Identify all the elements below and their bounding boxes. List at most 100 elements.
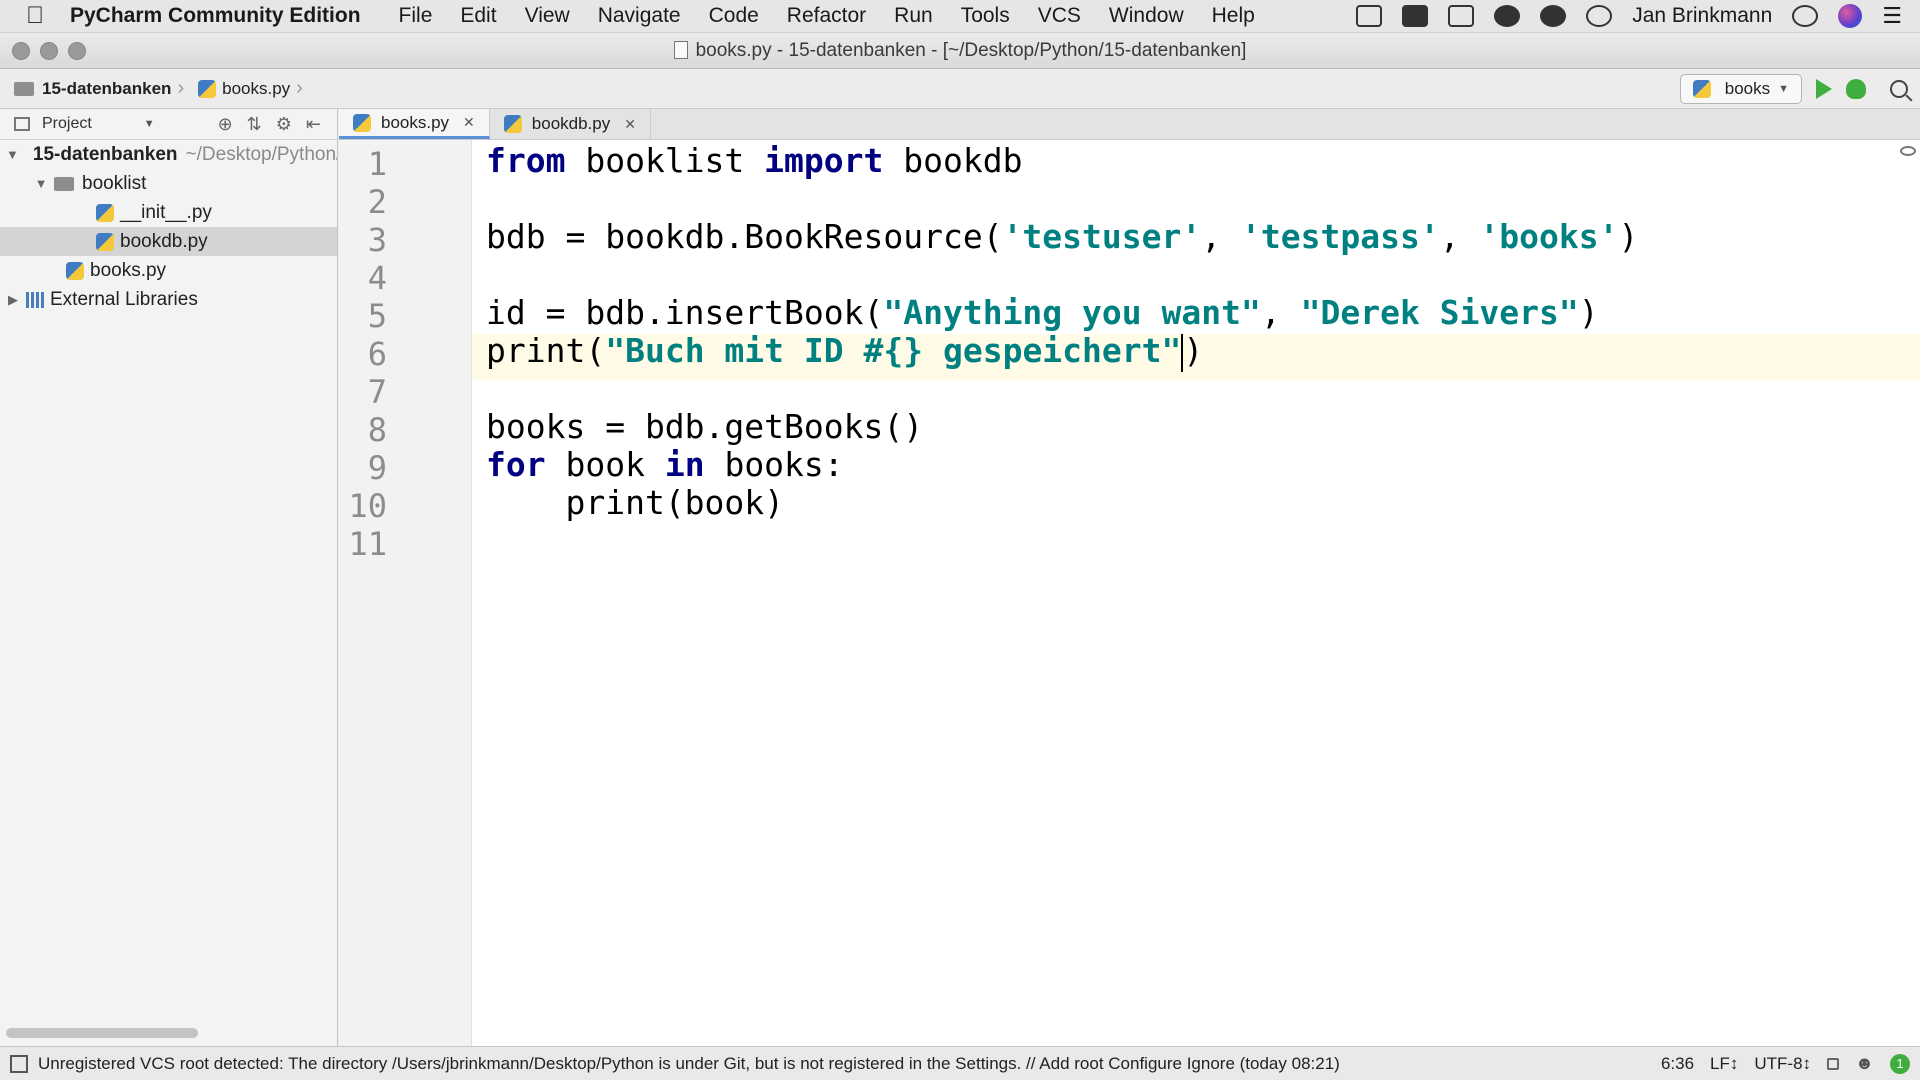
camera-icon[interactable]: [1448, 5, 1475, 27]
tab-bookdb-py[interactable]: bookdb.py ✕: [490, 109, 651, 139]
hide-panel-icon[interactable]: ⇤: [306, 114, 321, 135]
notification-center-icon[interactable]: ☰: [1882, 3, 1902, 29]
line-number: 3: [367, 221, 387, 259]
python-file-icon: [66, 261, 84, 280]
code-line-6: print("Buch mit ID #{} gespeichert"): [486, 331, 1204, 372]
file-icon: [673, 40, 688, 59]
event-log-badge[interactable]: 1: [1890, 1053, 1910, 1074]
line-separator-select[interactable]: LF↕: [1710, 1054, 1738, 1074]
tree-item-label: bookdb.py: [120, 230, 208, 252]
menu-help[interactable]: Help: [1212, 4, 1255, 28]
breadcrumb-file[interactable]: books.py: [184, 79, 296, 99]
run-toolbar: books ▼: [1679, 73, 1920, 104]
breadcrumb-project-label: 15-datenbanken: [42, 78, 172, 98]
line-number-gutter[interactable]: 1 2 3 4 5 6 7 8 9 10 11: [339, 140, 472, 1046]
breadcrumb-separator-icon: ›: [177, 77, 185, 99]
close-tab-icon[interactable]: ✕: [624, 116, 636, 133]
chat-icon[interactable]: [1540, 5, 1567, 27]
menu-code[interactable]: Code: [709, 4, 759, 28]
tree-item-label: booklist: [82, 172, 147, 194]
menu-navigate[interactable]: Navigate: [598, 4, 681, 28]
tree-item-bookdb-py[interactable]: bookdb.py: [0, 227, 337, 256]
horizontal-scrollbar[interactable]: [6, 1028, 198, 1038]
python-file-icon: [198, 79, 217, 98]
search-everywhere-icon[interactable]: [1890, 79, 1908, 98]
run-button[interactable]: [1816, 78, 1832, 99]
breadcrumb-project[interactable]: 15-datenbanken: [0, 79, 177, 99]
code-line-1: from booklist import bookdb: [486, 141, 1023, 180]
scroll-from-source-icon[interactable]: ⊕: [218, 114, 233, 135]
caret-position[interactable]: 6:36: [1661, 1054, 1694, 1074]
run-configuration-label: books: [1724, 78, 1771, 98]
menu-view[interactable]: View: [525, 4, 570, 28]
code-editor[interactable]: 1 2 3 4 5 6 7 8 9 10 11 from booklist im…: [339, 140, 1920, 1046]
line-number: 11: [348, 525, 387, 563]
toggle-tool-windows-icon[interactable]: [10, 1054, 28, 1073]
close-tab-icon[interactable]: ✕: [463, 114, 475, 131]
window-title-text: books.py - 15-datenbanken - [~/Desktop/P…: [695, 39, 1247, 61]
collapse-all-icon[interactable]: ⇅: [247, 114, 262, 135]
expanded-arrow-icon[interactable]: ▼: [6, 147, 19, 162]
code-line-3: bdb = bookdb.BookResource('testuser', 't…: [486, 217, 1639, 256]
project-view-select[interactable]: Project: [42, 115, 92, 133]
project-tool-window: Project ▼ ⊕ ⇅ ⚙ ⇤ ▼ 15-datenbanken ~/Des…: [0, 109, 338, 1046]
gear-icon[interactable]: ⚙: [276, 114, 292, 135]
menu-edit[interactable]: Edit: [460, 4, 496, 28]
tree-item-label: External Libraries: [50, 288, 198, 310]
tree-item-label: books.py: [90, 259, 167, 281]
menu-refactor[interactable]: Refactor: [787, 4, 866, 28]
tree-item-books-py[interactable]: books.py: [0, 256, 337, 285]
line-number: 10: [348, 487, 387, 525]
inspector-icon[interactable]: ☻: [1855, 1053, 1874, 1074]
chevron-down-icon[interactable]: ▼: [144, 118, 155, 130]
window-title-bar: books.py - 15-datenbanken - [~/Desktop/P…: [0, 33, 1920, 69]
package-folder-icon: [54, 176, 74, 191]
line-number: 8: [367, 411, 387, 449]
tree-item-booklist[interactable]: ▼ booklist: [0, 169, 337, 198]
line-number: 9: [367, 449, 387, 487]
run-configuration-select[interactable]: books ▼: [1679, 73, 1802, 104]
menu-window[interactable]: Window: [1109, 4, 1184, 28]
menu-vcs[interactable]: VCS: [1038, 4, 1081, 28]
python-file-icon: [503, 115, 522, 133]
status-bar: Unregistered VCS root detected: The dire…: [0, 1046, 1920, 1080]
apple-icon[interactable]: : [0, 2, 70, 30]
tree-item-init-py[interactable]: __init__.py: [0, 198, 337, 227]
spotlight-search-icon[interactable]: [1792, 5, 1819, 27]
menu-file[interactable]: File: [399, 4, 433, 28]
leaf-icon[interactable]: [1494, 5, 1521, 27]
menu-run[interactable]: Run: [894, 4, 933, 28]
menu-tools[interactable]: Tools: [961, 4, 1010, 28]
project-panel-tools: ⊕ ⇅ ⚙ ⇤: [218, 114, 337, 135]
siri-icon[interactable]: [1838, 4, 1863, 28]
python-file-icon: [1692, 79, 1711, 98]
line-number: 7: [367, 373, 387, 411]
tree-item-project-root[interactable]: ▼ 15-datenbanken ~/Desktop/Python/15-dat…: [0, 140, 337, 169]
tree-item-label: 15-datenbanken: [32, 143, 178, 165]
python-file-icon: [96, 203, 114, 222]
collapsed-arrow-icon[interactable]: ▶: [6, 292, 20, 308]
app-name-menu[interactable]: PyCharm Community Edition: [70, 4, 361, 28]
lock-icon[interactable]: [1827, 1057, 1840, 1070]
tree-item-external-libraries[interactable]: ▶ External Libraries: [0, 285, 337, 314]
expanded-arrow-icon[interactable]: ▼: [34, 176, 48, 191]
vcs-notification-message[interactable]: Unregistered VCS root detected: The dire…: [38, 1054, 1340, 1074]
time-machine-icon[interactable]: [1586, 5, 1613, 27]
eye-icon[interactable]: [1900, 146, 1916, 156]
window-title: books.py - 15-datenbanken - [~/Desktop/P…: [0, 40, 1920, 62]
menubar-status-area: Jan Brinkmann ☰: [1356, 3, 1920, 29]
debug-button[interactable]: [1846, 78, 1866, 99]
line-number: 4: [367, 259, 387, 297]
line-number: 5: [367, 297, 387, 335]
clapperboard-icon[interactable]: [1356, 5, 1383, 27]
menu-bar:  PyCharm Community Edition File Edit Vi…: [0, 0, 1920, 33]
chevron-down-icon: ▼: [1778, 82, 1789, 95]
code-line-10: print(book): [486, 483, 785, 522]
text-cursor: [1181, 333, 1184, 372]
medkit-icon[interactable]: [1402, 5, 1429, 27]
user-name-menu[interactable]: Jan Brinkmann: [1632, 4, 1772, 28]
file-encoding-select[interactable]: UTF-8↕: [1754, 1054, 1811, 1074]
tree-item-label: __init__.py: [120, 201, 212, 223]
tab-books-py[interactable]: books.py ✕: [339, 109, 490, 139]
status-widgets: 6:36 LF↕ UTF-8↕ ☻ 1: [1661, 1053, 1920, 1074]
